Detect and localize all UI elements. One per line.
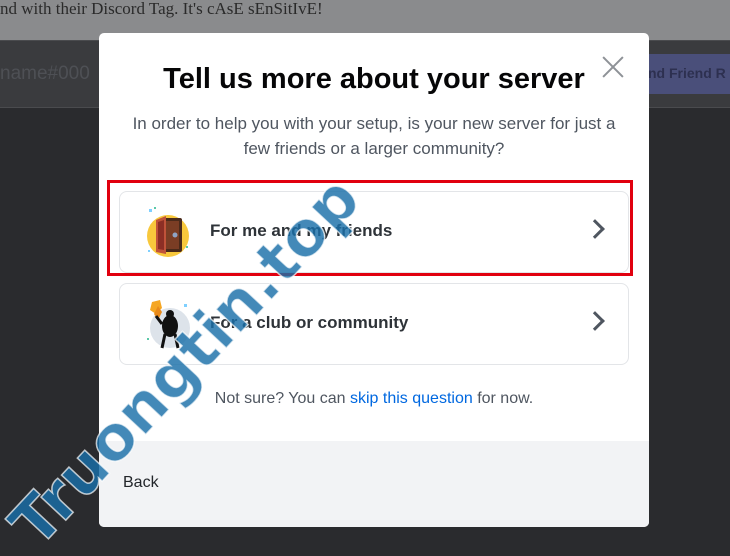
modal-subtitle: In order to help you with your setup, is… <box>132 114 616 158</box>
not-sure-suffix: for now. <box>477 390 534 407</box>
create-server-modal: Tell us more about your server In order … <box>99 33 649 527</box>
option-me-and-friends[interactable]: For me and my friends <box>119 191 629 273</box>
chevron-right-icon <box>585 311 605 331</box>
back-button[interactable]: Back <box>123 474 159 492</box>
background-send-request-label: nd Friend R <box>648 65 726 81</box>
option-label: For a club or community <box>210 313 409 332</box>
not-sure-prefix: Not sure? You can <box>214 390 346 407</box>
skip-question-link[interactable]: skip this question <box>350 390 473 407</box>
door-friends-icon <box>144 206 196 258</box>
background-input-placeholder: name#000 <box>0 63 90 84</box>
modal-footer: Back <box>99 441 649 527</box>
modal-title: Tell us more about your server <box>163 63 585 95</box>
chevron-right-icon <box>585 219 605 239</box>
option-label: For me and my friends <box>210 221 393 240</box>
option-club-community[interactable]: For a club or community <box>119 283 629 365</box>
background-send-request-button: nd Friend R <box>640 54 730 94</box>
club-community-icon <box>144 298 196 350</box>
background-hint-text: nd with their Discord Tag. It's cAsE sEn… <box>0 0 323 18</box>
not-sure-text: Not sure? You can skip this question for… <box>99 390 649 408</box>
